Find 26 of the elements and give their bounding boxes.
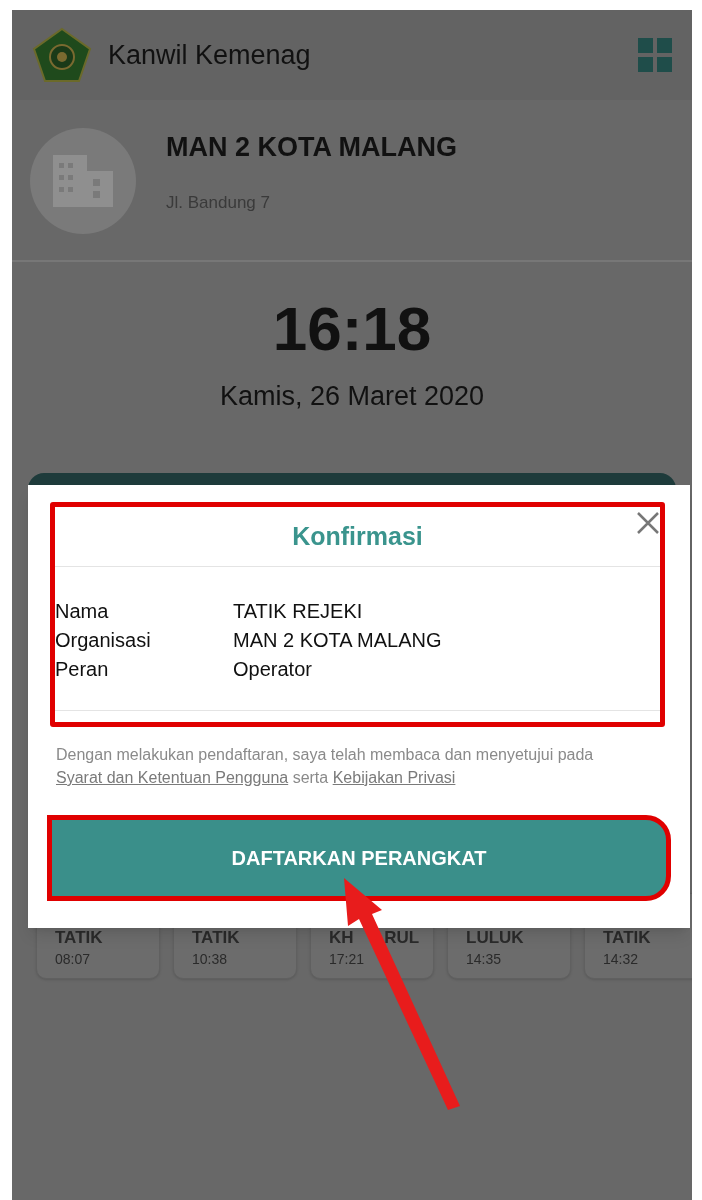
attendance-name: LULUK <box>466 927 525 949</box>
attendance-time: 14:32 <box>603 949 640 969</box>
clock-date: Kamis, 26 Maret 2020 <box>219 380 485 413</box>
register-device-button[interactable]: DAFTARKAN PERANGKAT <box>50 818 668 898</box>
attendance-time: 14:35 <box>466 949 503 969</box>
consent-text: Dengan melakukan pendaftaran, saya telah membaca dan menyetujui pada Syarat dan Ketentuan Pengguna serta Kebijakan Privasi <box>56 745 595 788</box>
field-value: Operator <box>233 657 312 682</box>
close-icon[interactable] <box>636 511 660 535</box>
attendance-time: 08:07 <box>55 949 92 969</box>
terms-link[interactable]: Kebijakan Privasi <box>332 769 456 786</box>
attendance-name: TATIK <box>603 927 652 949</box>
field-label: Nama <box>55 599 110 624</box>
organization-name: MAN 2 KOTA MALANG <box>166 131 457 164</box>
attendance-name: TATIK <box>192 927 241 949</box>
field-value: TATIK REJEKI <box>233 599 363 624</box>
field-label: Organisasi <box>55 628 152 653</box>
terms-link[interactable]: Syarat dan Ketentuan Pengguna <box>56 769 289 786</box>
attendance-name: TATIK <box>55 927 104 949</box>
app-title: Kanwil Kemenag <box>108 38 311 72</box>
attendance-time: 17:21 <box>329 949 366 969</box>
emblem-icon <box>32 27 92 83</box>
attendance-time: 10:38 <box>192 949 229 969</box>
clock-time: 16:18 <box>272 298 432 360</box>
dialog-title: Konfirmasi <box>292 520 423 552</box>
field-value: MAN 2 KOTA MALANG <box>233 628 442 653</box>
field-label: Peran <box>55 657 110 682</box>
